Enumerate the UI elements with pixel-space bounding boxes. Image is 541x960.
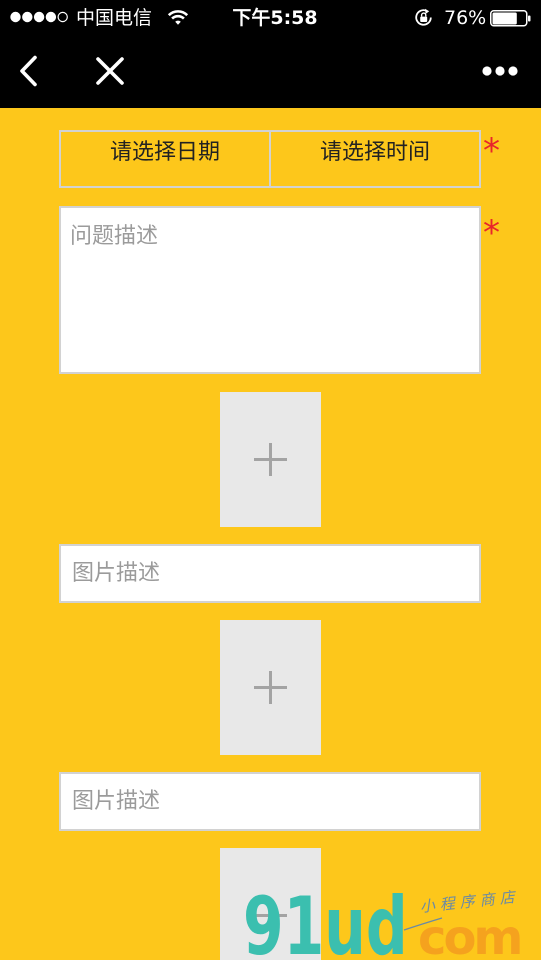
wifi-icon	[167, 10, 189, 25]
more-dot	[482, 66, 492, 76]
status-bar: 中国电信 下午5:58 76%	[0, 0, 541, 36]
date-picker[interactable]: 请选择日期	[61, 132, 269, 186]
signal-dot-filled	[22, 11, 33, 23]
plus-icon	[254, 671, 287, 704]
lock-body	[420, 16, 428, 22]
date-time-picker-row: 请选择日期 请选择时间	[59, 130, 481, 188]
image-upload-button-1[interactable]	[220, 392, 321, 527]
rotation-lock-icon	[415, 8, 432, 26]
signal-dot-filled	[10, 11, 21, 23]
image-upload-button-2[interactable]	[220, 620, 321, 755]
close-button[interactable]	[86, 47, 134, 95]
battery-fill	[492, 12, 517, 25]
battery-icon	[490, 10, 531, 27]
problem-description-textarea[interactable]	[59, 206, 481, 374]
carrier-name: 中国电信	[76, 7, 153, 29]
chevron-left-icon	[20, 55, 37, 87]
chevron-stroke	[20, 55, 37, 87]
time-picker[interactable]: 请选择时间	[269, 132, 479, 186]
image-upload-button-3[interactable]	[220, 848, 321, 960]
wifi-arc-middle	[171, 14, 185, 20]
signal-dots-icon	[10, 11, 68, 23]
battery-nub	[528, 15, 531, 22]
watermark-stroke-path	[403, 917, 443, 931]
close-icon	[96, 57, 124, 85]
watermark-underline-stroke	[403, 917, 443, 931]
image-caption-input-2[interactable]	[59, 772, 481, 831]
watermark-logo-suffix: com	[418, 910, 523, 960]
wifi-dot	[175, 20, 181, 25]
plus-icon	[254, 899, 287, 932]
time-picker-label: 请选择时间	[319, 140, 430, 165]
battery-percent: 76%	[444, 7, 487, 29]
lock-shackle	[420, 12, 427, 17]
back-button[interactable]	[8, 47, 48, 95]
nav-bar	[0, 36, 541, 108]
plus-icon	[254, 443, 287, 476]
screen: 中国电信 下午5:58 76% 请选择日期 请选择时间 * 问题描述 * 图片描…	[0, 0, 541, 960]
more-dot	[508, 66, 518, 76]
watermark-tagline: 小程序商店	[419, 887, 521, 916]
image-caption-input-1[interactable]	[59, 544, 481, 603]
more-button[interactable]	[474, 53, 526, 89]
signal-dot-filled	[33, 11, 45, 23]
status-time: 下午5:58	[232, 7, 318, 29]
more-dots-icon	[482, 66, 518, 76]
wifi-arc-outer	[167, 10, 189, 17]
required-mark-datetime: *	[483, 131, 500, 171]
signal-dot-empty	[57, 11, 68, 23]
signal-dot-filled	[45, 11, 57, 23]
more-dot	[495, 66, 505, 76]
date-picker-label: 请选择日期	[109, 140, 220, 165]
required-mark-description: *	[483, 213, 500, 253]
